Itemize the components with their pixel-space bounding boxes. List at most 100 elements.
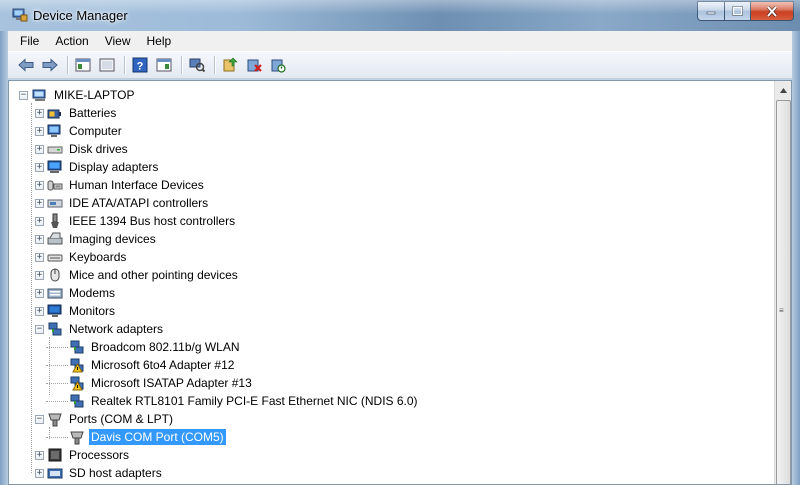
collapse-toggle[interactable]: −	[19, 90, 28, 100]
tree-item-label: Computer	[69, 124, 122, 138]
tree-item-isatap-adapter[interactable]: Microsoft ISATAP Adapter #13	[69, 374, 254, 392]
forward-icon	[42, 58, 58, 72]
window-title: Device Manager	[33, 8, 128, 23]
device-tree[interactable]: − MIKE-LAPTOP + Batteries + Computer + D…	[8, 80, 792, 485]
show-hide-action-pane-button[interactable]	[154, 55, 174, 75]
tree-item-label: Modems	[69, 286, 116, 300]
tree-item-sd-host-adapters[interactable]: + SD host adapters	[35, 464, 164, 482]
properties-button[interactable]	[97, 55, 117, 75]
tree-item-ports[interactable]: − Ports (COM & LPT)	[35, 410, 175, 428]
maximize-button[interactable]	[724, 1, 750, 21]
tree-item-label: Realtek RTL8101 Family PCI-E Fast Ethern…	[91, 394, 418, 408]
port-icon	[69, 429, 85, 445]
menu-action[interactable]: Action	[47, 34, 96, 48]
window-right-border	[792, 31, 800, 485]
tree-item-display-adapters[interactable]: + Display adapters	[35, 158, 160, 176]
tree-item-mice[interactable]: + Mice and other pointing devices	[35, 266, 240, 284]
tree-item-batteries[interactable]: + Batteries	[35, 104, 118, 122]
network-adapter-icon	[69, 393, 85, 409]
expand-toggle[interactable]: +	[35, 162, 44, 172]
toolbar-separator	[67, 56, 68, 74]
expand-toggle[interactable]: +	[35, 234, 44, 244]
tree-connector	[46, 347, 68, 348]
tree-item-label: Human Interface Devices	[69, 178, 204, 192]
tree-item-keyboards[interactable]: + Keyboards	[35, 248, 128, 266]
tree-item-label: Monitors	[69, 304, 116, 318]
mouse-icon	[47, 267, 63, 283]
show-hide-action-pane-icon	[156, 58, 172, 72]
expand-toggle[interactable]: +	[35, 252, 44, 262]
disk-drive-icon	[47, 141, 63, 157]
minimize-button[interactable]	[697, 1, 724, 21]
hid-icon	[47, 177, 63, 193]
expand-toggle[interactable]: +	[35, 450, 44, 460]
device-manager-window: Device Manager File Action View Help ? −…	[0, 0, 800, 485]
expand-toggle[interactable]: +	[35, 270, 44, 280]
svg-text:?: ?	[137, 61, 144, 73]
menu-help[interactable]: Help	[139, 34, 180, 48]
forward-button[interactable]	[40, 55, 60, 75]
back-button[interactable]	[16, 55, 36, 75]
tree-item-label: Batteries	[69, 106, 117, 120]
expand-toggle[interactable]: +	[35, 216, 44, 226]
title-bar[interactable]: Device Manager	[0, 0, 800, 31]
tree-item-disk-drives[interactable]: + Disk drives	[35, 140, 130, 158]
tree-item-modems[interactable]: + Modems	[35, 284, 117, 302]
help-button[interactable]: ?	[130, 55, 150, 75]
chevron-up-icon	[780, 88, 787, 93]
processor-icon	[47, 447, 63, 463]
tree-item-network-adapters[interactable]: − Network adapters	[35, 320, 165, 338]
menu-file[interactable]: File	[12, 34, 47, 48]
collapse-toggle[interactable]: −	[35, 414, 44, 424]
expand-toggle[interactable]: +	[35, 126, 44, 136]
scrollbar-thumb[interactable]	[776, 100, 791, 484]
expand-toggle[interactable]: +	[35, 468, 44, 478]
menu-view[interactable]: View	[97, 34, 139, 48]
scrollbar-grip-icon: ≡	[779, 306, 784, 315]
scan-hardware-icon	[189, 58, 205, 73]
network-adapter-icon	[47, 321, 63, 337]
tree-item-realtek-nic[interactable]: Realtek RTL8101 Family PCI-E Fast Ethern…	[69, 392, 420, 410]
window-left-border	[0, 31, 8, 485]
vertical-scrollbar[interactable]: ≡	[774, 81, 791, 484]
tree-item-6to4-adapter[interactable]: Microsoft 6to4 Adapter #12	[69, 356, 236, 374]
tree-item-imaging-devices[interactable]: + Imaging devices	[35, 230, 158, 248]
tree-item-computer[interactable]: + Computer	[35, 122, 124, 140]
ieee1394-icon	[47, 213, 63, 229]
minimize-icon	[706, 11, 716, 15]
back-icon	[18, 58, 34, 72]
update-driver-button[interactable]	[220, 55, 240, 75]
scan-hardware-button[interactable]	[187, 55, 207, 75]
close-button[interactable]	[750, 1, 794, 21]
modem-icon	[47, 285, 63, 301]
collapse-toggle[interactable]: −	[35, 324, 44, 334]
expand-toggle[interactable]: +	[35, 144, 44, 154]
expand-toggle[interactable]: +	[35, 198, 44, 208]
expand-toggle[interactable]: +	[35, 288, 44, 298]
update-driver-icon	[223, 57, 238, 72]
uninstall-button[interactable]	[244, 55, 264, 75]
expand-toggle[interactable]: +	[35, 306, 44, 316]
tree-item-hid[interactable]: + Human Interface Devices	[35, 176, 206, 194]
tree-item-davis-com-port[interactable]: Davis COM Port (COM5)	[69, 428, 226, 446]
tree-item-label: Keyboards	[69, 250, 127, 264]
show-hide-console-tree-button[interactable]	[73, 55, 93, 75]
maximize-icon	[732, 6, 743, 16]
tree-item-ide-controllers[interactable]: + IDE ATA/ATAPI controllers	[35, 194, 210, 212]
disable-button[interactable]	[268, 55, 288, 75]
computer-icon	[47, 123, 63, 139]
scroll-up-button[interactable]	[776, 82, 791, 99]
toolbar-separator	[214, 56, 215, 74]
port-icon	[47, 411, 63, 427]
menu-bar: File Action View Help	[8, 31, 792, 51]
help-icon: ?	[132, 57, 148, 73]
tree-connector	[46, 383, 68, 384]
tree-item-ieee1394[interactable]: + IEEE 1394 Bus host controllers	[35, 212, 237, 230]
tree-item-broadcom-wlan[interactable]: Broadcom 802.11b/g WLAN	[69, 338, 242, 356]
tree-root[interactable]: − MIKE-LAPTOP	[19, 86, 136, 104]
expand-toggle[interactable]: +	[35, 108, 44, 118]
tree-item-monitors[interactable]: + Monitors	[35, 302, 117, 320]
monitor-icon	[47, 303, 63, 319]
expand-toggle[interactable]: +	[35, 180, 44, 190]
tree-item-processors[interactable]: + Processors	[35, 446, 131, 464]
